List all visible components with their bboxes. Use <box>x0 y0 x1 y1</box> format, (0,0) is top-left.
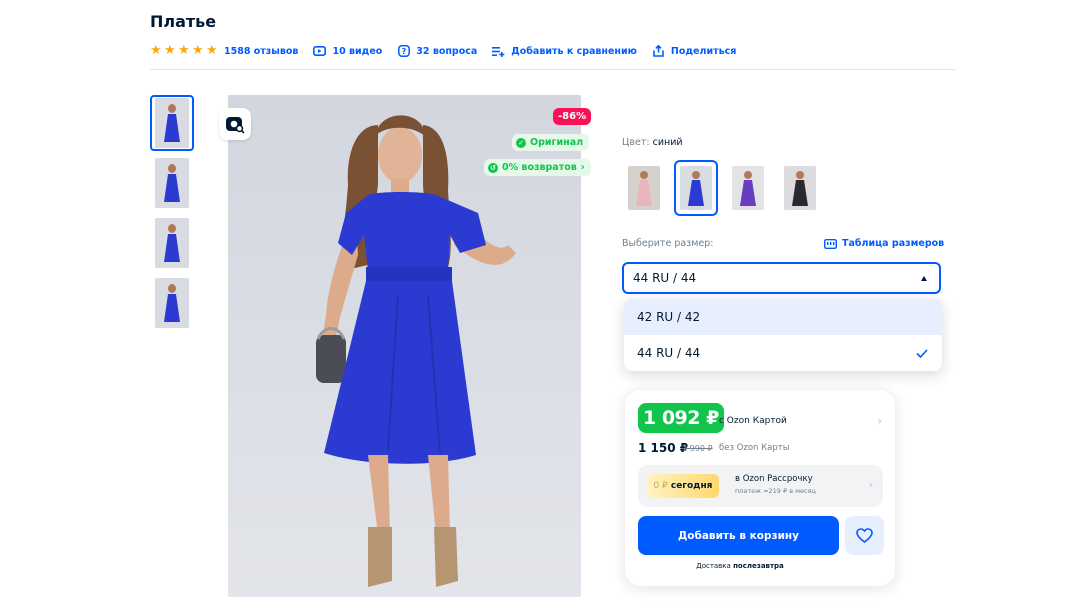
chevron-right-icon: › <box>580 162 585 173</box>
check-icon: ✓ <box>516 137 526 148</box>
delivery-value: послезавтра <box>733 562 784 570</box>
compare-link[interactable]: Добавить к сравнению <box>492 45 637 58</box>
question-icon: ? <box>397 45 410 58</box>
thumbnail-image <box>155 218 189 268</box>
installment-badge-today: сегодня <box>670 481 713 491</box>
returns-badge-label: 0% возвратов <box>502 162 577 173</box>
favorite-button[interactable] <box>845 516 884 555</box>
compare-icon <box>492 45 505 58</box>
old-price: 7 990 ₽ <box>682 444 713 453</box>
installment-offer[interactable]: 0 ₽ сегодня в Ozon Рассрочку платеж ≈219… <box>638 465 883 507</box>
regular-price-note: без Ozon Карты <box>719 443 790 453</box>
header-divider <box>150 69 956 70</box>
swatch-image <box>680 166 712 210</box>
questions-link[interactable]: ? 32 вопроса <box>397 45 477 58</box>
star-icon: ★ <box>206 43 218 58</box>
size-option-label: 44 RU / 44 <box>637 346 701 360</box>
gallery-thumbnail[interactable] <box>150 95 194 151</box>
swatch-image <box>784 166 816 210</box>
size-label: Выберите размер: <box>622 238 714 249</box>
share-label: Поделиться <box>670 45 737 57</box>
size-select[interactable]: 44 RU / 44 <box>622 262 941 294</box>
rating-stars: ★ ★ ★ ★ ★ <box>150 43 218 58</box>
color-swatch-floral-purple[interactable] <box>726 160 770 216</box>
add-to-cart-button[interactable]: Добавить в корзину <box>638 516 839 555</box>
ruler-icon <box>824 238 837 249</box>
installment-title: в Ozon Рассрочку <box>735 474 813 484</box>
questions-count: 32 вопроса <box>416 45 478 57</box>
videos-link[interactable]: 10 видео <box>313 45 382 58</box>
product-meta-row: ★ ★ ★ ★ ★ 1588 отзывов 10 видео ? 32 воп… <box>150 43 751 59</box>
color-label: Цвет: синий <box>622 137 683 148</box>
chevron-right-icon: › <box>868 478 873 491</box>
video-icon <box>313 45 327 58</box>
returns-badge[interactable]: ↺ 0% возвратов › <box>484 159 591 176</box>
caret-up-icon <box>921 275 927 281</box>
chevron-right-icon[interactable]: › <box>877 414 882 428</box>
return-icon: ↺ <box>488 162 498 173</box>
svg-text:?: ? <box>401 47 406 56</box>
star-icon: ★ <box>164 43 176 58</box>
heart-icon <box>856 528 873 543</box>
original-badge-label: Оригинал <box>530 137 584 148</box>
thumbnail-image <box>155 278 189 328</box>
size-option-label: 42 RU / 42 <box>637 310 701 324</box>
thumbnail-image <box>155 158 189 208</box>
videos-count: 10 видео <box>332 45 383 57</box>
buy-card: 1 092 ₽ с Ozon Картой › 1 150 ₽ 7 990 ₽ … <box>625 390 895 586</box>
camera-search-icon <box>226 117 245 134</box>
gallery-thumbnail[interactable] <box>150 215 194 271</box>
color-swatch-blue[interactable] <box>674 160 718 216</box>
color-swatch-black[interactable] <box>778 160 822 216</box>
share-icon <box>652 45 665 58</box>
search-by-photo-button[interactable] <box>219 108 251 140</box>
size-option-selected[interactable]: 44 RU / 44 <box>624 335 942 371</box>
color-value: синий <box>652 137 683 148</box>
share-link[interactable]: Поделиться <box>652 45 736 58</box>
reviews-count: 1588 отзывов <box>224 45 299 57</box>
installment-badge-amount: 0 ₽ <box>653 481 668 491</box>
compare-label: Добавить к сравнению <box>511 45 637 57</box>
card-price-note: с Ozon Картой <box>719 416 787 426</box>
product-title: Платье <box>150 12 217 31</box>
thumbnail-list <box>150 95 194 335</box>
reviews-link[interactable]: ★ ★ ★ ★ ★ 1588 отзывов <box>150 43 299 58</box>
star-icon: ★ <box>150 43 162 58</box>
swatch-image <box>628 166 660 210</box>
thumbnail-image <box>155 98 189 148</box>
color-swatch-list <box>622 160 822 216</box>
size-table-link[interactable]: Таблица размеров <box>824 238 944 249</box>
swatch-image <box>732 166 764 210</box>
installment-badge: 0 ₽ сегодня <box>647 474 719 498</box>
star-icon: ★ <box>178 43 190 58</box>
discount-badge: -86% <box>553 108 592 125</box>
gallery-thumbnail[interactable] <box>150 275 194 331</box>
delivery-info: Доставка послезавтра <box>625 562 855 570</box>
size-dropdown: 42 RU / 42 44 RU / 44 <box>624 299 942 371</box>
size-selected-value: 44 RU / 44 <box>633 271 697 285</box>
color-label-text: Цвет: <box>622 137 650 148</box>
gallery-thumbnail[interactable] <box>150 155 194 211</box>
checkmark-icon <box>916 348 928 358</box>
star-icon: ★ <box>192 43 204 58</box>
regular-price: 1 150 ₽ <box>638 441 689 455</box>
card-price[interactable]: 1 092 ₽ <box>638 403 724 433</box>
installment-subtitle: платеж ≈219 ₽ в месяц <box>735 487 816 495</box>
original-badge[interactable]: ✓ Оригинал <box>512 134 590 151</box>
size-option[interactable]: 42 RU / 42 <box>624 299 942 335</box>
color-swatch-pink[interactable] <box>622 160 666 216</box>
delivery-prefix: Доставка <box>696 562 731 570</box>
size-table-label: Таблица размеров <box>842 238 945 249</box>
